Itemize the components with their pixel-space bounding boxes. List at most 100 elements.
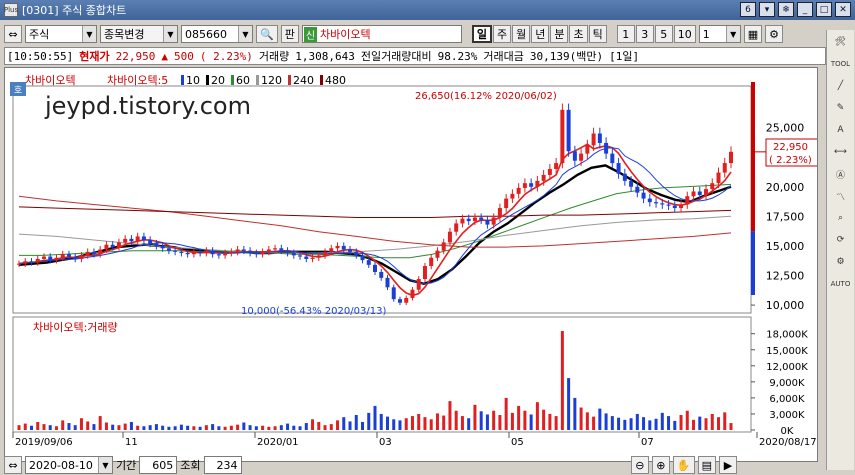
link-icon[interactable]: ▾ <box>759 2 775 17</box>
zoom-out-icon[interactable]: ⊖ <box>630 456 649 474</box>
chevron-down-icon: ▼ <box>238 26 252 42</box>
volume-bar <box>417 413 421 430</box>
scroll-left-icon[interactable]: ⇔ <box>4 456 22 474</box>
volume-bar <box>392 419 396 430</box>
tool-icon[interactable]: 🛠 <box>830 32 852 52</box>
auto-icon[interactable]: Ⓐ <box>830 164 852 184</box>
view-label: 조회 <box>180 459 201 472</box>
search-button[interactable]: 🔍 <box>256 25 278 43</box>
trend-line-icon[interactable]: ╱ <box>830 76 852 96</box>
grid-icon[interactable]: ▦ <box>743 25 763 43</box>
high-annotation: 26,650(16.12% 2020/06/02) <box>415 91 557 102</box>
date-input[interactable]: 2020-08-10 ▼ <box>25 456 113 474</box>
volume-bar <box>492 410 496 430</box>
volume-bar <box>654 418 658 430</box>
volume-bar <box>292 425 296 430</box>
code-input[interactable]: 085660 ▼ <box>181 25 253 43</box>
x-tick-label: 2019/09/06 <box>15 437 73 448</box>
candle-body <box>672 205 677 209</box>
zoom-in-icon[interactable]: ⊕ <box>651 456 670 474</box>
candle-body <box>341 245 346 250</box>
text-icon[interactable]: A <box>830 120 852 140</box>
gear-icon[interactable]: ⚙ <box>765 25 784 43</box>
candle-body <box>291 253 296 256</box>
candle-body <box>304 256 309 259</box>
volume-bar <box>354 415 358 430</box>
interval-button-3[interactable]: 10 <box>673 25 696 43</box>
candle-body <box>722 163 727 173</box>
amount-value: 30,139(백만) <box>529 50 604 63</box>
maximize-button[interactable]: □ <box>816 2 832 17</box>
volume-bar <box>604 413 608 430</box>
candle-body <box>622 173 627 181</box>
ma-line-480 <box>18 206 732 218</box>
candle-body <box>397 299 402 303</box>
candle-body <box>660 203 665 205</box>
period-tabs: 일주월년분초틱 <box>471 25 607 43</box>
page-badge[interactable]: 6 <box>740 2 756 17</box>
axis-labels: 25,00022,50020,00017,50015,00012,50010,0… <box>15 122 817 448</box>
volume-bar <box>54 426 58 430</box>
settings-icon[interactable]: ⚙ <box>830 252 852 272</box>
ho-badge[interactable]: 호 <box>10 82 26 96</box>
view-count-input[interactable]: 234 <box>203 456 242 474</box>
hand-icon[interactable]: ✋ <box>672 456 695 474</box>
period-count-input[interactable]: 605 <box>139 456 178 474</box>
volume-bar <box>204 425 208 430</box>
volume-bar <box>261 425 265 430</box>
tab-period-2[interactable]: 월 <box>512 25 531 43</box>
chart-type-icon[interactable]: ▤ <box>697 456 716 474</box>
candle-body <box>35 258 40 263</box>
tab-period-4[interactable]: 분 <box>550 25 569 43</box>
minimize-button[interactable]: _ <box>797 2 813 17</box>
app-logo-icon: Plus <box>4 3 18 17</box>
legend-ma-label: 120 <box>261 74 282 87</box>
volume-bar <box>373 405 377 430</box>
measure-icon[interactable]: ⟷ <box>830 142 852 162</box>
nav-arrows-icon[interactable]: ⇔ <box>4 25 22 43</box>
volume-bar <box>423 417 427 430</box>
candle-body <box>85 251 90 256</box>
volume-bar <box>73 425 77 430</box>
prev-volume-label: 전일거래량대비 <box>360 50 432 63</box>
stock-chart-svg[interactable]: 25,00022,50020,00017,50015,00012,50010,0… <box>5 68 817 461</box>
volume-bar <box>379 413 383 430</box>
chart-panel[interactable]: 25,00022,50020,00017,50015,00012,50010,0… <box>4 67 818 462</box>
bottom-bar: ⇔ 2020-08-10 ▼ 기간 605 조회 234 ⊖ ⊕ ✋ ▤ ▶ <box>0 455 826 475</box>
sidebar-auto-label: AUTO <box>830 280 851 288</box>
stock-name-field[interactable]: 신 차바이오텍 <box>301 25 462 43</box>
tab-period-5[interactable]: 초 <box>569 25 588 43</box>
interval-select[interactable]: 1 ▼ <box>698 25 741 43</box>
gridlines <box>12 82 766 438</box>
zoom-icon[interactable]: ⌕ <box>830 208 852 228</box>
pattern-icon[interactable]: 〽 <box>830 186 852 206</box>
legend-ma-label: 20 <box>211 74 225 87</box>
interval-button-0[interactable]: 1 <box>616 25 635 43</box>
volume-bar <box>498 415 502 430</box>
tab-period-3[interactable]: 년 <box>531 25 550 43</box>
candle-body <box>716 172 721 184</box>
main-toolbar: ⇔ 주식 ▼ 종목변경 ▼ 085660 ▼ 🔍 판 신 차바이오텍 일주월년분… <box>0 22 820 46</box>
volume-bar <box>154 424 158 430</box>
volume-bar <box>692 419 696 430</box>
candle-body <box>391 287 396 300</box>
candle-body <box>191 251 196 255</box>
pan-button[interactable]: 판 <box>280 25 299 43</box>
volume-bar <box>435 413 439 430</box>
pin-icon[interactable]: ❄ <box>778 2 794 17</box>
close-button[interactable]: ✕ <box>835 2 851 17</box>
candle-body <box>704 189 709 196</box>
volume-bar <box>286 423 290 430</box>
tab-period-0[interactable]: 일 <box>471 25 492 43</box>
draw-icon[interactable]: ✎ <box>830 98 852 118</box>
change-code-select[interactable]: 종목변경 ▼ <box>100 25 178 43</box>
play-icon[interactable]: ▶ <box>719 456 737 474</box>
interval-button-1[interactable]: 3 <box>635 25 654 43</box>
refresh-icon[interactable]: ⟳ <box>830 230 852 250</box>
market-select[interactable]: 주식 ▼ <box>25 25 97 43</box>
tab-period-1[interactable]: 주 <box>492 25 512 43</box>
tab-period-6[interactable]: 틱 <box>588 25 607 43</box>
volume-bar <box>36 421 40 430</box>
interval-button-2[interactable]: 5 <box>654 25 673 43</box>
volume-tick-label: 18,000K <box>766 330 808 341</box>
